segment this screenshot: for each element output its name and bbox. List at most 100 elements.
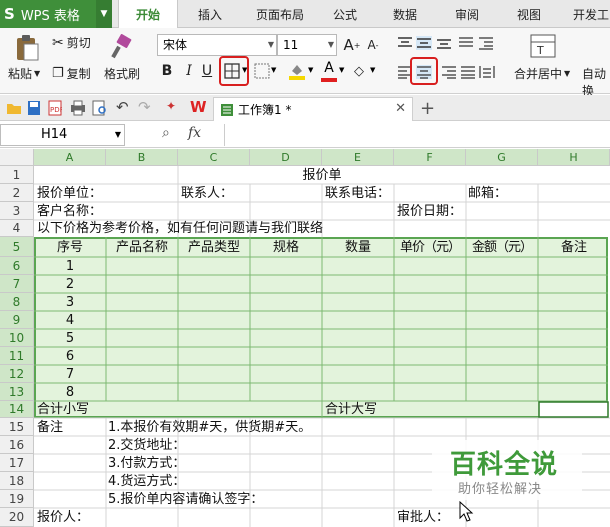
- seq-cell[interactable]: 3: [34, 294, 106, 311]
- header-cell[interactable]: 序号: [34, 239, 106, 256]
- wps-w-icon[interactable]: W: [190, 98, 207, 116]
- copy-button[interactable]: ❐ 复制: [52, 65, 91, 82]
- tab-developer[interactable]: 开发工: [566, 0, 610, 28]
- distributed-icon[interactable]: [479, 65, 495, 79]
- row-header[interactable]: 12: [0, 365, 34, 383]
- column-header-d[interactable]: D: [250, 149, 322, 166]
- formula-input[interactable]: [224, 124, 610, 146]
- note-line[interactable]: 2.交货地址：: [108, 437, 185, 454]
- note-line[interactable]: 3.付款方式：: [108, 455, 185, 472]
- header-cell[interactable]: 单价（元）: [394, 239, 466, 256]
- cell-total-lower[interactable]: 合计小写: [37, 401, 89, 418]
- open-folder-icon[interactable]: [6, 101, 22, 115]
- tab-insert[interactable]: 插入: [182, 0, 238, 28]
- tab-home[interactable]: 开始: [118, 0, 178, 29]
- format-painter-icon[interactable]: [110, 34, 134, 60]
- cell-customer[interactable]: 客户名称：: [37, 203, 102, 220]
- new-tab-icon[interactable]: +: [420, 98, 435, 119]
- cell-quote-unit[interactable]: 报价单位：: [37, 185, 102, 202]
- row-header[interactable]: 5: [0, 237, 34, 257]
- seq-cell[interactable]: 2: [34, 276, 106, 293]
- cut-button[interactable]: ✂ 剪切: [52, 34, 91, 51]
- column-header-c[interactable]: C: [178, 149, 250, 166]
- align-top-icon[interactable]: [397, 36, 413, 50]
- app-menu-button[interactable]: S WPS 表格 ▼: [0, 0, 112, 28]
- row-header[interactable]: 20: [0, 508, 34, 527]
- note-line[interactable]: 4.货运方式：: [108, 473, 185, 490]
- column-header-b[interactable]: B: [106, 149, 178, 166]
- italic-icon[interactable]: I: [180, 62, 198, 80]
- merge-center-button[interactable]: 合并居中 ▼: [514, 65, 570, 82]
- header-cell[interactable]: 产品类型: [178, 239, 250, 256]
- cell-title[interactable]: 报价单: [34, 167, 610, 184]
- save-icon[interactable]: [27, 100, 41, 116]
- column-header-e[interactable]: E: [322, 149, 394, 166]
- close-icon[interactable]: ✕: [395, 101, 406, 116]
- document-tab[interactable]: 工作簿1 * ✕: [213, 97, 413, 121]
- seq-cell[interactable]: 1: [34, 258, 106, 275]
- name-box[interactable]: H14 ▼: [0, 124, 125, 146]
- wrap-text-button[interactable]: 自动换: [582, 65, 610, 99]
- column-header-a[interactable]: A: [34, 149, 106, 166]
- cell-style-icon[interactable]: [254, 63, 270, 79]
- column-header-g[interactable]: G: [466, 149, 538, 166]
- seq-cell[interactable]: 6: [34, 348, 106, 365]
- cell-total-upper[interactable]: 合计大写: [325, 401, 377, 418]
- tab-data[interactable]: 数据: [380, 0, 430, 28]
- pdf-icon[interactable]: PDF: [48, 100, 62, 116]
- paste-icon[interactable]: [14, 34, 40, 62]
- seq-cell[interactable]: 5: [34, 330, 106, 347]
- header-cell[interactable]: 备注: [538, 239, 610, 256]
- cell-notice[interactable]: 以下价格为参考价格，如有任何问题请与我们联络: [37, 220, 323, 237]
- print-preview-icon[interactable]: [92, 100, 108, 116]
- font-size-select[interactable]: 11 ▼: [277, 34, 337, 56]
- row-header[interactable]: 18: [0, 472, 34, 490]
- note-line[interactable]: 5.报价单内容请确认签字：: [108, 491, 263, 508]
- row-header[interactable]: 17: [0, 454, 34, 472]
- row-header[interactable]: 11: [0, 347, 34, 365]
- tab-review[interactable]: 审阅: [442, 0, 492, 28]
- row-header[interactable]: 6: [0, 257, 34, 275]
- clear-format-icon[interactable]: ◇: [350, 62, 368, 80]
- note-line[interactable]: 1.本报价有效期#天，供货期#天。: [108, 419, 311, 436]
- select-all-corner[interactable]: [0, 149, 34, 166]
- underline-icon[interactable]: U: [198, 62, 216, 80]
- row-header[interactable]: 10: [0, 329, 34, 347]
- row-header[interactable]: 14: [0, 401, 34, 418]
- cell-quoter[interactable]: 报价人：: [37, 509, 89, 526]
- cell-approver[interactable]: 审批人：: [397, 509, 449, 526]
- tab-formulas[interactable]: 公式: [320, 0, 370, 28]
- header-cell[interactable]: 规格: [250, 239, 322, 256]
- cell-notes-label[interactable]: 备注: [37, 419, 63, 436]
- undo-icon[interactable]: ↶: [116, 98, 129, 116]
- row-header[interactable]: 13: [0, 383, 34, 401]
- row-header[interactable]: 15: [0, 418, 34, 436]
- orientation-icon[interactable]: [458, 36, 474, 50]
- row-header[interactable]: 19: [0, 490, 34, 508]
- seq-cell[interactable]: 8: [34, 384, 106, 401]
- customize-icon[interactable]: ✦: [166, 99, 176, 113]
- column-header-h[interactable]: H: [538, 149, 610, 166]
- indent-icon[interactable]: [478, 36, 494, 50]
- tab-page-layout[interactable]: 页面布局: [244, 0, 316, 28]
- row-header[interactable]: 9: [0, 311, 34, 329]
- row-header[interactable]: 16: [0, 436, 34, 454]
- header-cell[interactable]: 数量: [322, 239, 394, 256]
- cell-email[interactable]: 邮箱：: [468, 185, 507, 202]
- header-cell[interactable]: 产品名称: [106, 239, 178, 256]
- row-header[interactable]: 8: [0, 293, 34, 311]
- fx-button[interactable]: fx: [188, 125, 201, 141]
- row-header[interactable]: 1: [0, 166, 34, 184]
- decrease-font-icon[interactable]: A-: [364, 36, 382, 54]
- header-cell[interactable]: 金额（元）: [466, 239, 538, 256]
- tab-view[interactable]: 视图: [504, 0, 554, 28]
- search-function-icon[interactable]: ⌕: [162, 125, 170, 141]
- column-header-f[interactable]: F: [394, 149, 466, 166]
- increase-font-icon[interactable]: A +: [343, 36, 361, 54]
- redo-icon[interactable]: ↷: [138, 98, 151, 116]
- row-header[interactable]: 7: [0, 275, 34, 293]
- cell-contact[interactable]: 联系人：: [181, 185, 233, 202]
- fill-color-icon[interactable]: [288, 61, 306, 81]
- seq-cell[interactable]: 7: [34, 366, 106, 383]
- justify-icon[interactable]: [460, 65, 476, 79]
